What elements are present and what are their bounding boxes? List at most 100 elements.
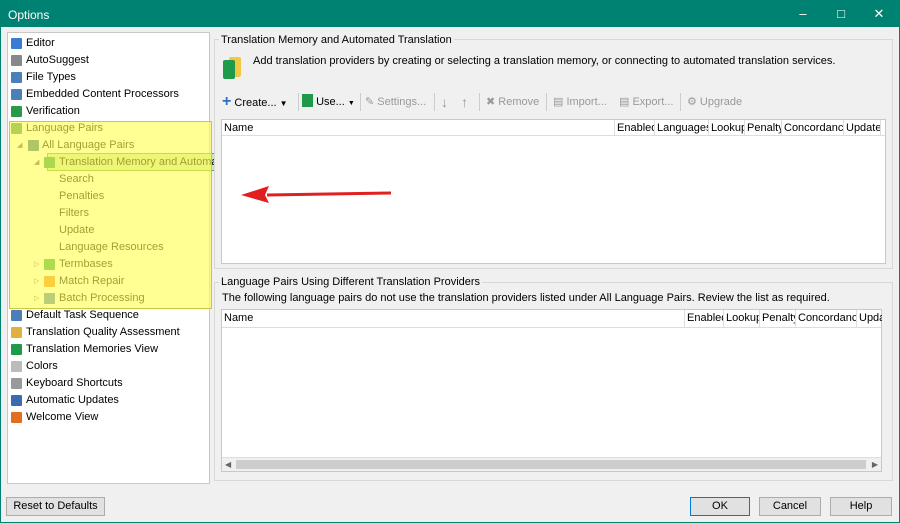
tree-item-label: Termbases xyxy=(59,258,113,270)
lp-group-title: Language Pairs Using Different Translati… xyxy=(219,276,483,288)
tree-item-label: All Language Pairs xyxy=(42,139,135,151)
expand-icon[interactable]: ▷ xyxy=(34,290,39,307)
export-button[interactable]: ▤ Export... xyxy=(619,93,673,111)
tree-item-label: Translation Memory and Automate xyxy=(59,156,227,168)
tm-group-title: Translation Memory and Automated Transla… xyxy=(219,34,454,46)
tree-item-welcome-view[interactable]: Welcome View xyxy=(8,409,209,426)
remove-button[interactable]: ✖ Remove xyxy=(486,93,539,111)
tree-item-match-repair[interactable]: ▷ Match Repair xyxy=(8,273,209,290)
tree-item-label: Welcome View xyxy=(26,411,99,423)
column-enabled[interactable]: Enabled xyxy=(684,310,723,328)
translation-memory-icon xyxy=(302,94,313,107)
tree-item-search[interactable]: Search xyxy=(8,171,209,188)
create-button[interactable]: + Create... ▼ xyxy=(222,93,288,111)
tree-item-batch-processing[interactable]: ▷ Batch Processing xyxy=(8,290,209,307)
tree-item-verification[interactable]: Verification xyxy=(8,103,209,120)
tree-item-termbases[interactable]: ▷ Termbases xyxy=(8,256,209,273)
tree-item-label: Verification xyxy=(26,105,80,117)
scroll-left-icon[interactable]: ◀ xyxy=(225,458,231,471)
tree-item-automatic-updates[interactable]: Automatic Updates xyxy=(8,392,209,409)
tree-item-translation-quality-assessment[interactable]: Translation Quality Assessment xyxy=(8,324,209,341)
autosuggest-icon xyxy=(11,55,22,66)
clipboard-icon xyxy=(11,327,22,338)
tree-item-all-language-pairs[interactable]: ◢ All Language Pairs xyxy=(8,137,209,154)
help-button[interactable]: Help xyxy=(830,497,892,516)
tm-description: Add translation providers by creating or… xyxy=(253,55,836,67)
column-languages[interactable]: Languages xyxy=(654,120,708,136)
check-document-icon xyxy=(11,106,22,117)
flag-icon xyxy=(28,140,39,151)
tree-item-translation-memory-and-automate[interactable]: ◢ Translation Memory and Automate xyxy=(8,153,227,171)
tree-item-label: Keyboard Shortcuts xyxy=(26,377,123,389)
tree-item-colors[interactable]: Colors xyxy=(8,358,209,375)
keyboard-icon xyxy=(11,378,22,389)
upgrade-button[interactable]: ⚙ Upgrade xyxy=(687,93,742,111)
tree-item-autosuggest[interactable]: AutoSuggest xyxy=(8,52,209,69)
scroll-right-icon[interactable]: ▶ xyxy=(872,458,878,471)
column-concordance[interactable]: Concordance xyxy=(781,120,843,136)
tree-item-label: Embedded Content Processors xyxy=(26,88,179,100)
ok-button[interactable]: OK xyxy=(690,497,750,516)
column-lookup[interactable]: Lookup xyxy=(708,120,744,136)
tree-item-keyboard-shortcuts[interactable]: Keyboard Shortcuts xyxy=(8,375,209,392)
move-up-button[interactable]: ↑ xyxy=(461,93,468,111)
termbase-icon xyxy=(44,259,55,270)
settings-button[interactable]: ✎ Settings... xyxy=(365,93,426,111)
options-tree[interactable]: Editor AutoSuggest File Types Embedded Cont… xyxy=(7,32,227,484)
tree-item-label: Default Task Sequence xyxy=(26,309,139,321)
translation-memory-icon xyxy=(44,157,55,168)
tree-item-label: Batch Processing xyxy=(59,292,145,304)
pencil-icon xyxy=(11,38,22,49)
grid-header: Name Enabled Languages Lookup Penalty Co… xyxy=(222,120,885,136)
tree-item-language-resources[interactable]: Language Resources xyxy=(8,239,209,256)
options-dialog: Options – □ ✕ Editor AutoSuggest File Type… xyxy=(0,0,900,523)
column-update[interactable]: Update xyxy=(843,120,881,136)
tree-item-label: File Types xyxy=(26,71,76,83)
tree-item-language-pairs[interactable]: Language Pairs xyxy=(8,120,209,137)
expand-icon[interactable]: ▷ xyxy=(34,256,39,273)
lp-description: The following language pairs do not use … xyxy=(222,292,830,304)
column-penalty[interactable]: Penalty xyxy=(744,120,781,136)
column-name[interactable]: Name xyxy=(222,120,614,136)
tree-item-file-types[interactable]: File Types xyxy=(8,69,209,86)
minimize-icon[interactable]: – xyxy=(786,1,820,27)
tree-item-label: Automatic Updates xyxy=(26,394,119,406)
palette-icon xyxy=(11,361,22,372)
tree-item-label: Language Resources xyxy=(59,241,164,253)
translation-memory-icon xyxy=(11,344,22,355)
tree-item-label: Update xyxy=(59,224,95,236)
cancel-button[interactable]: Cancel xyxy=(759,497,821,516)
tree-item-label: Language Pairs xyxy=(26,122,104,134)
tree-item-default-task-sequence[interactable]: Default Task Sequence xyxy=(8,307,209,324)
tree-item-penalties[interactable]: Penalties xyxy=(8,188,209,205)
grid-header: Name Enabled Lookup Penalty Concordance … xyxy=(222,310,882,328)
tree-item-label: Translation Quality Assessment xyxy=(26,326,180,338)
column-update[interactable]: Upda xyxy=(856,310,882,328)
tree-item-label: Match Repair xyxy=(59,275,125,287)
use-button[interactable]: Use... ▼ xyxy=(302,93,355,111)
column-lookup[interactable]: Lookup xyxy=(723,310,759,328)
tree-item-editor[interactable]: Editor xyxy=(8,35,209,52)
expand-icon[interactable]: ▷ xyxy=(34,273,39,290)
reset-to-defaults-button[interactable]: Reset to Defaults xyxy=(6,497,105,516)
lp-grid[interactable]: Name Enabled Lookup Penalty Concordance … xyxy=(221,309,882,472)
maximize-icon[interactable]: □ xyxy=(824,1,858,27)
wrench-icon xyxy=(44,276,55,287)
tree-item-update[interactable]: Update xyxy=(8,222,209,239)
tree-item-label: Editor xyxy=(26,37,55,49)
column-name[interactable]: Name xyxy=(222,310,684,328)
tree-item-translation-memories-view[interactable]: Translation Memories View xyxy=(8,341,209,358)
collapse-icon[interactable]: ◢ xyxy=(17,137,22,154)
collapse-icon[interactable]: ◢ xyxy=(34,154,39,171)
file-gear-icon xyxy=(11,89,22,100)
horizontal-scrollbar[interactable]: ◀ ▶ xyxy=(222,457,881,471)
column-concordance[interactable]: Concordance xyxy=(795,310,856,328)
tree-item-embedded-content-processors[interactable]: Embedded Content Processors xyxy=(8,86,209,103)
close-icon[interactable]: ✕ xyxy=(862,1,896,27)
import-button[interactable]: ▤ Import... xyxy=(553,93,607,111)
scrollbar-thumb[interactable] xyxy=(236,460,866,469)
tree-item-filters[interactable]: Filters xyxy=(8,205,209,222)
column-penalty[interactable]: Penalty xyxy=(759,310,795,328)
move-down-button[interactable]: ↓ xyxy=(441,93,448,111)
column-enabled[interactable]: Enabled xyxy=(614,120,654,136)
